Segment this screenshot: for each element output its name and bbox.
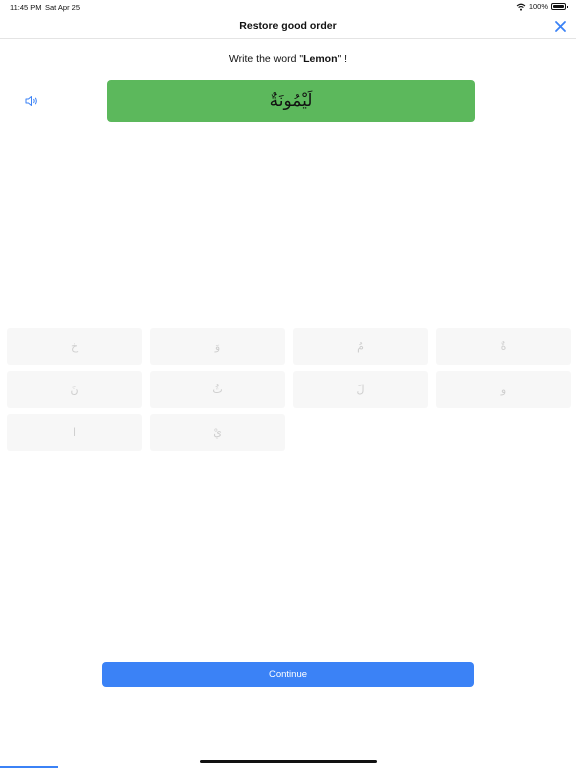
letter-tile[interactable]: خ (7, 328, 142, 365)
letter-grid: خ وَ مُ ةٌ نَ ثُ لَ و ا يْ (7, 328, 571, 451)
letter-tile[interactable]: يْ (150, 414, 285, 451)
letter-tile[interactable]: مُ (293, 328, 428, 365)
letter-tile[interactable]: وَ (150, 328, 285, 365)
battery-icon (551, 3, 568, 10)
prompt-prefix: Write the word " (228, 53, 304, 65)
prompt-word: Lemon (303, 53, 338, 65)
page-title: Restore good order (239, 20, 337, 32)
battery-fill (553, 5, 564, 8)
prompt: Write the word "Lemon" ! (0, 53, 576, 65)
close-icon[interactable] (554, 20, 567, 33)
letter-tile[interactable]: لَ (293, 371, 428, 408)
continue-button[interactable]: Continue (102, 662, 474, 687)
status-time: 11:45 PM (10, 3, 42, 12)
prompt-suffix: " ! (337, 53, 348, 65)
wifi-icon (516, 3, 526, 11)
letter-tile[interactable]: ا (7, 414, 142, 451)
battery-percentage: 100% (528, 2, 548, 11)
letter-tile[interactable]: ثُ (150, 371, 285, 408)
nav-bar: Restore good order (0, 14, 576, 39)
letter-tile[interactable]: نَ (7, 371, 142, 408)
status-bar: 11:45 PM Sat Apr 25 100% (0, 0, 576, 14)
status-right: 100% (516, 2, 568, 11)
letter-tile[interactable]: و (436, 371, 571, 408)
status-date: Sat Apr 25 (45, 3, 81, 12)
speaker-icon[interactable] (25, 95, 39, 107)
screen: 11:45 PM Sat Apr 25 100% Restore good or… (0, 0, 576, 768)
home-indicator (200, 760, 377, 763)
letter-tile[interactable]: ةٌ (436, 328, 571, 365)
answer-box: لَيْمُونَةٌ (107, 80, 475, 122)
